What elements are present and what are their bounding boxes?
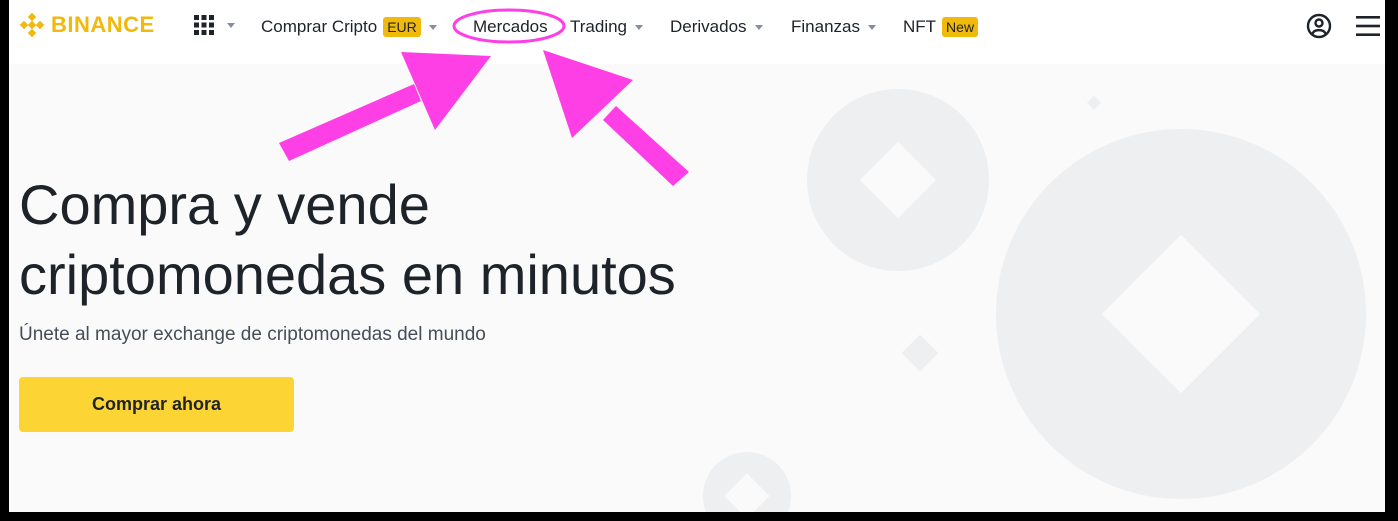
hero-title-line-1: Compra y vende [19, 173, 430, 236]
chevron-down-icon [754, 24, 763, 30]
nav-label: NFT [903, 17, 937, 36]
chevron-down-icon [635, 24, 644, 30]
nav-item-derivados[interactable]: Derivados [670, 16, 763, 38]
nav-label: Mercados [473, 17, 548, 36]
apps-grid-icon[interactable] [193, 14, 215, 36]
hamburger-menu-icon[interactable] [1355, 14, 1381, 38]
nav-label: Derivados [670, 17, 747, 36]
hero-title-line-2: criptomonedas en minutos [19, 243, 676, 306]
apps-chevron-down-icon[interactable] [227, 23, 235, 28]
top-navigation-bar: BINANCE Comprar Cripto EUR Mercados Trad… [9, 0, 1385, 64]
chevron-down-icon [867, 24, 876, 30]
hero-section: Compra y vende criptomonedas en minutos … [9, 64, 1385, 512]
nav-item-mercados[interactable]: Mercados [473, 16, 548, 38]
binance-diamond-icon [19, 12, 45, 38]
nav-item-nft[interactable]: NFT New [903, 16, 979, 38]
currency-badge: EUR [383, 17, 421, 37]
nav-label: Comprar Cripto [261, 17, 378, 36]
new-badge: New [942, 17, 979, 37]
nav-label: Finanzas [791, 17, 860, 36]
buy-now-button[interactable]: Comprar ahora [19, 377, 294, 432]
binance-logo[interactable]: BINANCE [19, 12, 155, 38]
nav-item-trading[interactable]: Trading [570, 16, 644, 38]
nav-item-finanzas[interactable]: Finanzas [791, 16, 876, 38]
browser-page: BINANCE Comprar Cripto EUR Mercados Trad… [9, 0, 1385, 512]
nav-item-comprar-cripto[interactable]: Comprar Cripto EUR [261, 16, 437, 38]
brand-name: BINANCE [51, 12, 155, 37]
hero-subtitle: Únete al mayor exchange de criptomonedas… [19, 324, 486, 345]
user-account-icon[interactable] [1306, 13, 1332, 39]
nav-label: Trading [570, 17, 628, 36]
chevron-down-icon [428, 24, 437, 30]
hero-title: Compra y vende criptomonedas en minutos [19, 170, 819, 310]
